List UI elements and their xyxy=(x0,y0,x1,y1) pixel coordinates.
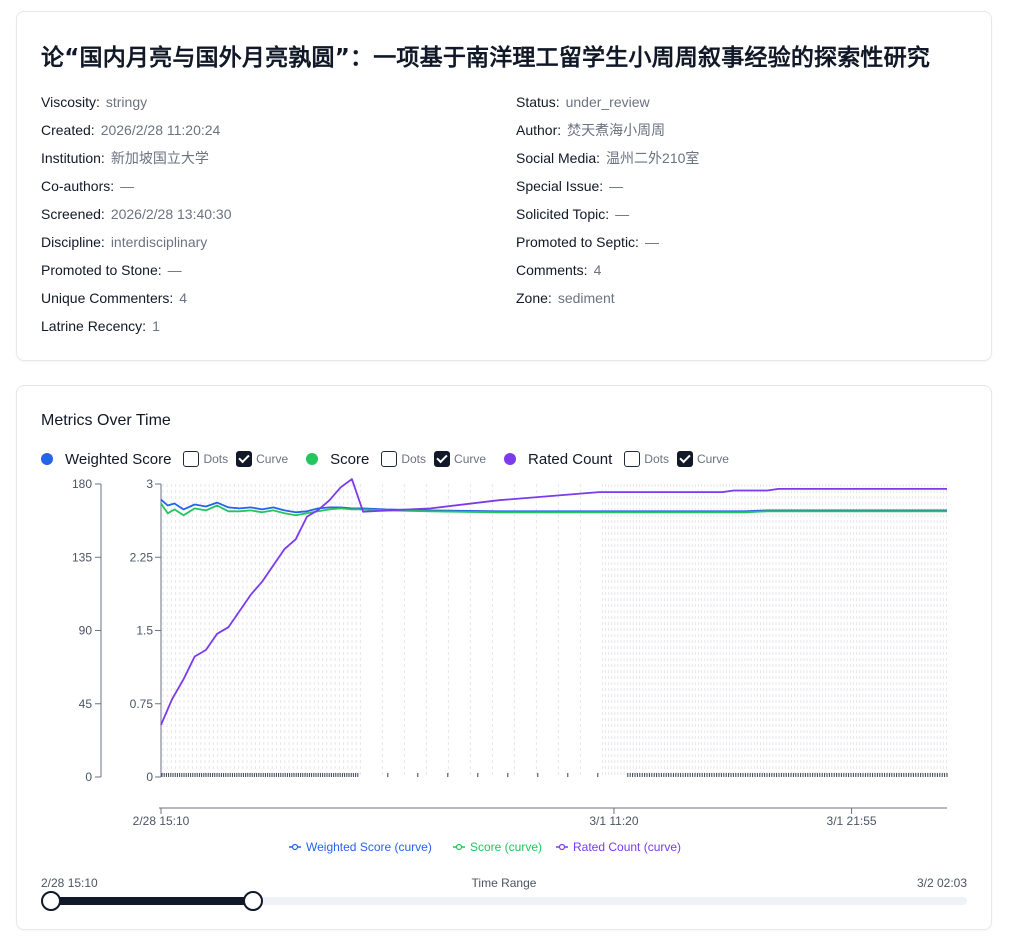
field-value: under_review xyxy=(565,94,650,110)
field-row: Latrine Recency: 1 xyxy=(41,314,232,342)
field-label: Status: xyxy=(516,94,560,110)
field-row: Discipline: interdisciplinary xyxy=(41,230,232,258)
left-axis-tick-label: 135 xyxy=(72,550,92,564)
field-value: sediment xyxy=(557,290,615,306)
field-row: Comments: 4 xyxy=(516,258,699,286)
right-axis-tick-label: 0 xyxy=(146,770,153,784)
fields-left-column: Viscosity: stringy Created: 2026/2/28 11:20… xyxy=(41,90,232,342)
range-start-handle[interactable] xyxy=(41,891,61,911)
x-axis-tick-label: 3/1 21:55 xyxy=(827,814,877,828)
legend-swatch-dot xyxy=(291,843,299,851)
legend-swatch-dot xyxy=(455,843,463,851)
field-value: — xyxy=(609,178,624,194)
legend-label: Score (curve) xyxy=(470,840,542,854)
field-row: Co-authors: — xyxy=(41,174,232,202)
field-row: Screened: 2026/2/28 13:40:30 xyxy=(41,202,232,230)
field-value: 4 xyxy=(179,290,188,306)
field-value: 温州二外210室 xyxy=(606,150,700,166)
field-label: Viscosity: xyxy=(41,94,100,110)
field-value: — xyxy=(120,178,135,194)
field-value: stringy xyxy=(105,94,148,110)
x-axis-tick-label: 3/1 11:20 xyxy=(589,814,638,828)
left-axis-tick-label: 0 xyxy=(85,770,92,784)
field-label: Screened: xyxy=(41,206,105,222)
range-end-label: 3/2 02:03 xyxy=(916,876,967,890)
field-row: Created: 2026/2/28 11:20:24 xyxy=(41,118,232,146)
field-label: Solicited Topic: xyxy=(516,206,610,222)
field-label: Co-authors: xyxy=(41,178,115,194)
range-selected-fill xyxy=(51,897,253,905)
range-end-handle[interactable] xyxy=(242,891,263,911)
field-value: — xyxy=(644,234,659,250)
right-axis-tick-label: 2.25 xyxy=(130,550,154,564)
time-range-slider[interactable] xyxy=(41,891,967,911)
field-value: 2026/2/28 11:20:24 xyxy=(100,122,221,138)
field-label: Latrine Recency: xyxy=(41,318,147,334)
x-axis-tick-label: 2/28 15:10 xyxy=(133,814,190,828)
time-range-labels: 2/28 15:10 Time Range 3/2 02:03 xyxy=(41,876,967,892)
metrics-chart-card: Metrics Over Time Weighted Score Dots Curv… xyxy=(16,385,992,930)
field-label: Promoted to Stone: xyxy=(41,262,162,278)
field-label: Promoted to Septic: xyxy=(516,234,639,250)
paper-info-card: 论“国内月亮与国外月亮孰圆”：一项基于南洋理工留学生小周周叙事经验的探索性研究 … xyxy=(16,11,992,361)
field-value: — xyxy=(167,262,182,278)
field-row: Special Issue: — xyxy=(516,174,699,202)
field-label: Social Media: xyxy=(516,150,601,166)
right-axis-tick-label: 0.75 xyxy=(130,697,154,711)
field-label: Zone: xyxy=(516,290,552,306)
left-axis-tick-label: 180 xyxy=(72,477,92,491)
range-title: Time Range xyxy=(471,876,537,890)
chart-grid xyxy=(162,484,947,777)
field-label: Unique Commenters: xyxy=(41,290,174,306)
left-axis-tick-label: 45 xyxy=(79,697,93,711)
left-axis-tick-label: 90 xyxy=(79,624,93,638)
right-axis-tick-label: 3 xyxy=(146,477,153,491)
field-value: 2026/2/28 13:40:30 xyxy=(110,206,232,222)
legend-label: Weighted Score (curve) xyxy=(306,840,432,854)
field-row: Promoted to Stone: — xyxy=(41,258,232,286)
legend-label: Rated Count (curve) xyxy=(573,840,681,854)
field-row: Unique Commenters: 4 xyxy=(41,286,232,314)
field-label: Comments: xyxy=(516,262,588,278)
field-row: Author: 焚天煮海小周周 xyxy=(516,118,699,146)
field-row: Zone: sediment xyxy=(516,286,699,314)
paper-title: 论“国内月亮与国外月亮孰圆”：一项基于南洋理工留学生小周周叙事经验的探索性研究 xyxy=(41,45,931,71)
fields-right-column: Status: under_review Author: 焚天煮海小周周 Social … xyxy=(516,90,699,314)
field-label: Special Issue: xyxy=(516,178,604,194)
field-row: Status: under_review xyxy=(516,90,699,118)
field-value: 焚天煮海小周周 xyxy=(567,122,666,138)
field-row: Social Media: 温州二外210室 xyxy=(516,146,699,174)
legend-swatch-dot xyxy=(558,843,566,851)
metrics-chart: 0 45 90 135 180 0 0.75 1.5 2.25 3 2/28 15:10 3/1 11… xyxy=(72,477,948,854)
field-value: 新加坡国立大学 xyxy=(110,150,209,166)
field-row: Viscosity: stringy xyxy=(41,90,232,118)
field-label: Institution: xyxy=(41,150,105,166)
field-row: Promoted to Septic: — xyxy=(516,230,699,258)
data-point-ticks xyxy=(161,773,948,777)
field-label: Created: xyxy=(41,122,95,138)
right-axis-tick-label: 1.5 xyxy=(136,624,153,638)
field-label: Author: xyxy=(516,122,562,138)
field-label: Discipline: xyxy=(41,234,105,250)
field-value: 1 xyxy=(152,318,160,334)
series-line-weighted-score xyxy=(160,498,947,514)
field-row: Solicited Topic: — xyxy=(516,202,699,230)
field-value: 4 xyxy=(593,262,602,278)
field-row: Institution: 新加坡国立大学 xyxy=(41,146,232,174)
field-value: — xyxy=(615,206,630,222)
field-value: interdisciplinary xyxy=(110,234,208,250)
